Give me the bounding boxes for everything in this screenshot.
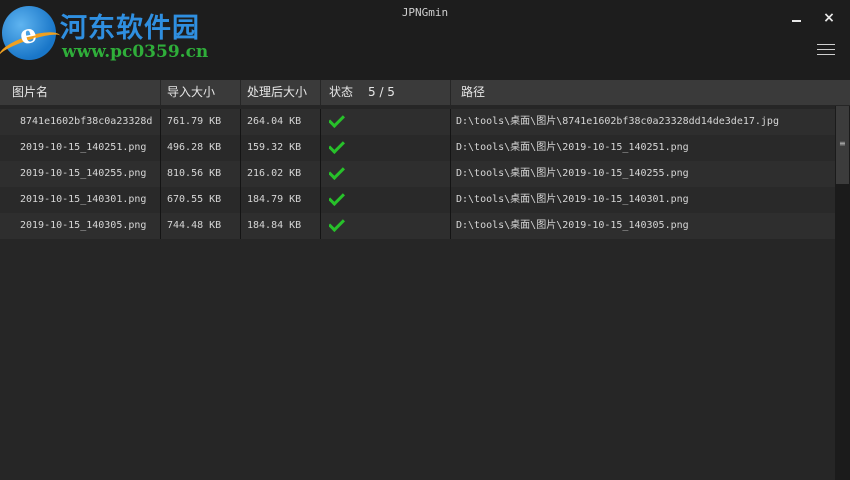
title-bar: e 河东软件园 www.pc0359.cn JPNGmin ×	[0, 0, 850, 80]
status-cell	[329, 161, 349, 187]
column-header-status[interactable]: 状态	[321, 80, 366, 105]
output-size: 264.04 KB	[247, 116, 302, 127]
file-path: D:\tools\桌面\图片\2019-10-15_140251.png	[456, 142, 689, 153]
menu-button[interactable]	[817, 44, 835, 58]
table-row[interactable]: 2019-10-15_140305.png 744.48 KB 184.84 K…	[0, 213, 835, 239]
check-icon	[329, 111, 345, 128]
check-icon	[329, 137, 345, 154]
status-cell	[329, 109, 349, 135]
vertical-scrollbar[interactable]: ≡	[835, 106, 850, 480]
file-list: 8741e1602bf38c0a23328d 761.79 KB 264.04 …	[0, 109, 835, 239]
hamburger-menu-icon	[817, 44, 835, 45]
file-path: D:\tools\桌面\图片\2019-10-15_140255.png	[456, 168, 689, 179]
input-size: 761.79 KB	[167, 116, 222, 127]
minimize-button[interactable]	[786, 8, 806, 28]
output-size: 216.02 KB	[247, 168, 302, 179]
input-size: 744.48 KB	[167, 220, 222, 231]
file-name: 2019-10-15_140251.png	[20, 142, 147, 153]
output-size: 184.84 KB	[247, 220, 302, 231]
file-name: 2019-10-15_140301.png	[20, 194, 147, 205]
status-cell	[329, 213, 349, 239]
status-cell	[329, 135, 349, 161]
input-size: 496.28 KB	[167, 142, 222, 153]
file-path: D:\tools\桌面\图片\8741e1602bf38c0a23328dd14…	[456, 116, 779, 127]
file-path: D:\tools\桌面\图片\2019-10-15_140301.png	[456, 194, 689, 205]
output-size: 159.32 KB	[247, 142, 302, 153]
table-row[interactable]: 2019-10-15_140251.png 496.28 KB 159.32 K…	[0, 135, 835, 161]
file-name: 2019-10-15_140255.png	[20, 168, 147, 179]
table-header: 图片名 导入大小 处理后大小 状态 5 / 5 路径	[0, 80, 850, 105]
table-row[interactable]: 8741e1602bf38c0a23328d 761.79 KB 264.04 …	[0, 109, 835, 135]
scroll-grip-icon: ≡	[839, 139, 846, 148]
minimize-icon	[791, 20, 801, 22]
status-count: 5 / 5	[368, 85, 395, 99]
output-size: 184.79 KB	[247, 194, 302, 205]
file-path: D:\tools\桌面\图片\2019-10-15_140305.png	[456, 220, 689, 231]
file-name: 2019-10-15_140305.png	[20, 220, 147, 231]
input-size: 810.56 KB	[167, 168, 222, 179]
table-row[interactable]: 2019-10-15_140255.png 810.56 KB 216.02 K…	[0, 161, 835, 187]
file-name: 8741e1602bf38c0a23328d	[20, 116, 153, 127]
scrollbar-thumb[interactable]: ≡	[836, 106, 849, 184]
check-icon	[329, 163, 345, 180]
brand-url: www.pc0359.cn	[62, 42, 209, 62]
table-row[interactable]: 2019-10-15_140301.png 670.55 KB 184.79 K…	[0, 187, 835, 213]
column-header-input-size[interactable]: 导入大小	[161, 80, 240, 105]
close-button[interactable]: ×	[819, 8, 839, 28]
status-cell	[329, 187, 349, 213]
check-icon	[329, 215, 345, 232]
column-header-name[interactable]: 图片名	[0, 80, 160, 105]
window-title: JPNGmin	[401, 6, 449, 19]
column-header-output-size[interactable]: 处理后大小	[241, 80, 320, 105]
input-size: 670.55 KB	[167, 194, 222, 205]
check-icon	[329, 189, 345, 206]
column-header-path[interactable]: 路径	[451, 80, 835, 105]
